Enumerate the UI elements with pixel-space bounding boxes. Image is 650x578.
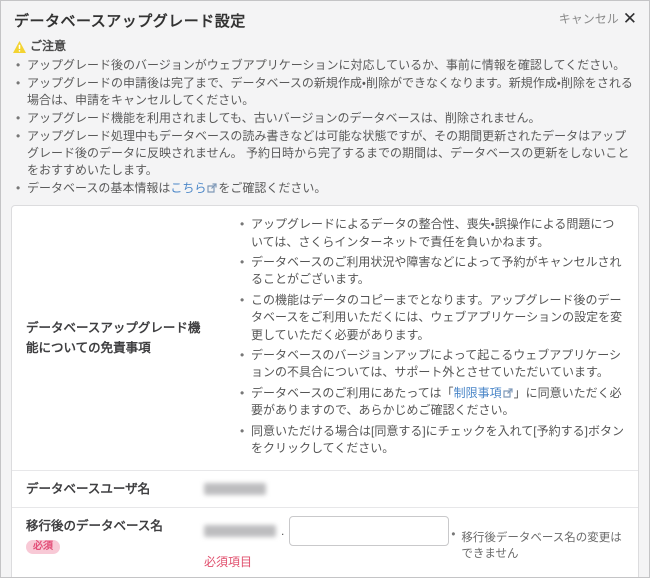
external-link-icon (207, 181, 217, 191)
disclaimer-list: アップグレードによるデータの整合性、喪失・誤操作による問題については、さくらイン… (238, 216, 624, 460)
disclaimer-row: データベースアップグレード機能についての免責事項 アップグレードによるデータの整… (12, 206, 638, 470)
db-user-value-redacted (204, 483, 266, 495)
disclaimer-item: この機能はデータのコピーまでとなります。アップグレード後のデータベースをご利用い… (238, 292, 624, 344)
page-title: データベースアップグレード設定 (14, 10, 246, 31)
disclaimer-item: データベースのご利用状況や障害などによって予約がキャンセルされることがございます… (238, 254, 624, 289)
notice-section: ご注意 アップグレード後のバージョンがウェブアプリケーションに対応しているか、事… (1, 35, 649, 197)
restriction-link-prefix: データベースのご利用にあたっては「 (251, 386, 454, 400)
new-database-name-input[interactable] (289, 516, 449, 546)
db-user-row: データベースユーザ名 (12, 470, 638, 507)
notice-list: アップグレード後のバージョンがウェブアプリケーションに対応しているか、事前に情報… (13, 57, 635, 197)
new-db-name-label: 移行後のデータベース名 必須 (26, 516, 204, 570)
required-field-error: 必須項目 (204, 553, 449, 570)
notice-item-with-link: データベースの基本情報はこちらをご確認ください。 (13, 180, 635, 197)
disclaimer-label: データベースアップグレード機能についての免責事項 (26, 318, 204, 358)
new-db-name-label-text: 移行後のデータベース名 (26, 516, 204, 536)
dialog-header: データベースアップグレード設定 キャンセル ✕ (1, 1, 649, 35)
notice-link-suffix: をご確認ください。 (218, 181, 326, 195)
basic-info-link[interactable]: こちら (170, 181, 206, 195)
notice-item: アップグレード機能を利用されましても、古いバージョンのデータベースは、削除されま… (13, 110, 635, 127)
notice-item: アップグレード処理中もデータベースの読み書きなどは可能な状態ですが、その期間更新… (13, 128, 635, 179)
notice-heading: ご注意 (30, 37, 66, 54)
external-link-icon (503, 386, 513, 396)
new-db-name-row: 移行後のデータベース名 必須 . 必須項目 移行後データベース名の変更はできませ… (12, 507, 638, 578)
notice-link-prefix: データベースの基本情報は (27, 181, 170, 195)
restrictions-link[interactable]: 制限事項 (454, 386, 502, 400)
upgrade-form: データベースアップグレード機能についての免責事項 アップグレードによるデータの整… (11, 205, 639, 578)
disclaimer-item: アップグレードによるデータの整合性、喪失・誤操作による問題については、さくらイン… (238, 216, 624, 251)
db-user-label: データベースユーザ名 (26, 479, 204, 499)
cancel-link[interactable]: キャンセル (559, 10, 619, 27)
notice-item: アップグレードの申請後は完了まで、データベースの新規作成・削除ができなくなります… (13, 75, 635, 109)
notice-item: アップグレード後のバージョンがウェブアプリケーションに対応しているか、事前に情報… (13, 57, 635, 74)
warning-icon (13, 40, 26, 52)
disclaimer-item: データベースのバージョンアップによって起こるウェブアプリケーションの不具合につい… (238, 347, 624, 382)
db-name-separator: . (281, 524, 284, 538)
database-upgrade-dialog: データベースアップグレード設定 キャンセル ✕ ご注意 アップグレード後のバージ… (0, 0, 650, 578)
required-badge: 必須 (26, 540, 60, 554)
close-icon[interactable]: ✕ (623, 10, 637, 27)
db-name-prefix-redacted (204, 525, 276, 537)
db-name-note: 移行後データベース名の変更はできません (449, 529, 622, 561)
disclaimer-item-with-link: データベースのご利用にあたっては「制限事項」に同意いただく必要がありますので、あ… (238, 385, 624, 420)
disclaimer-item: 同意いただける場合は[同意する]にチェックを入れて[予約する]ボタンをクリックし… (238, 423, 624, 458)
